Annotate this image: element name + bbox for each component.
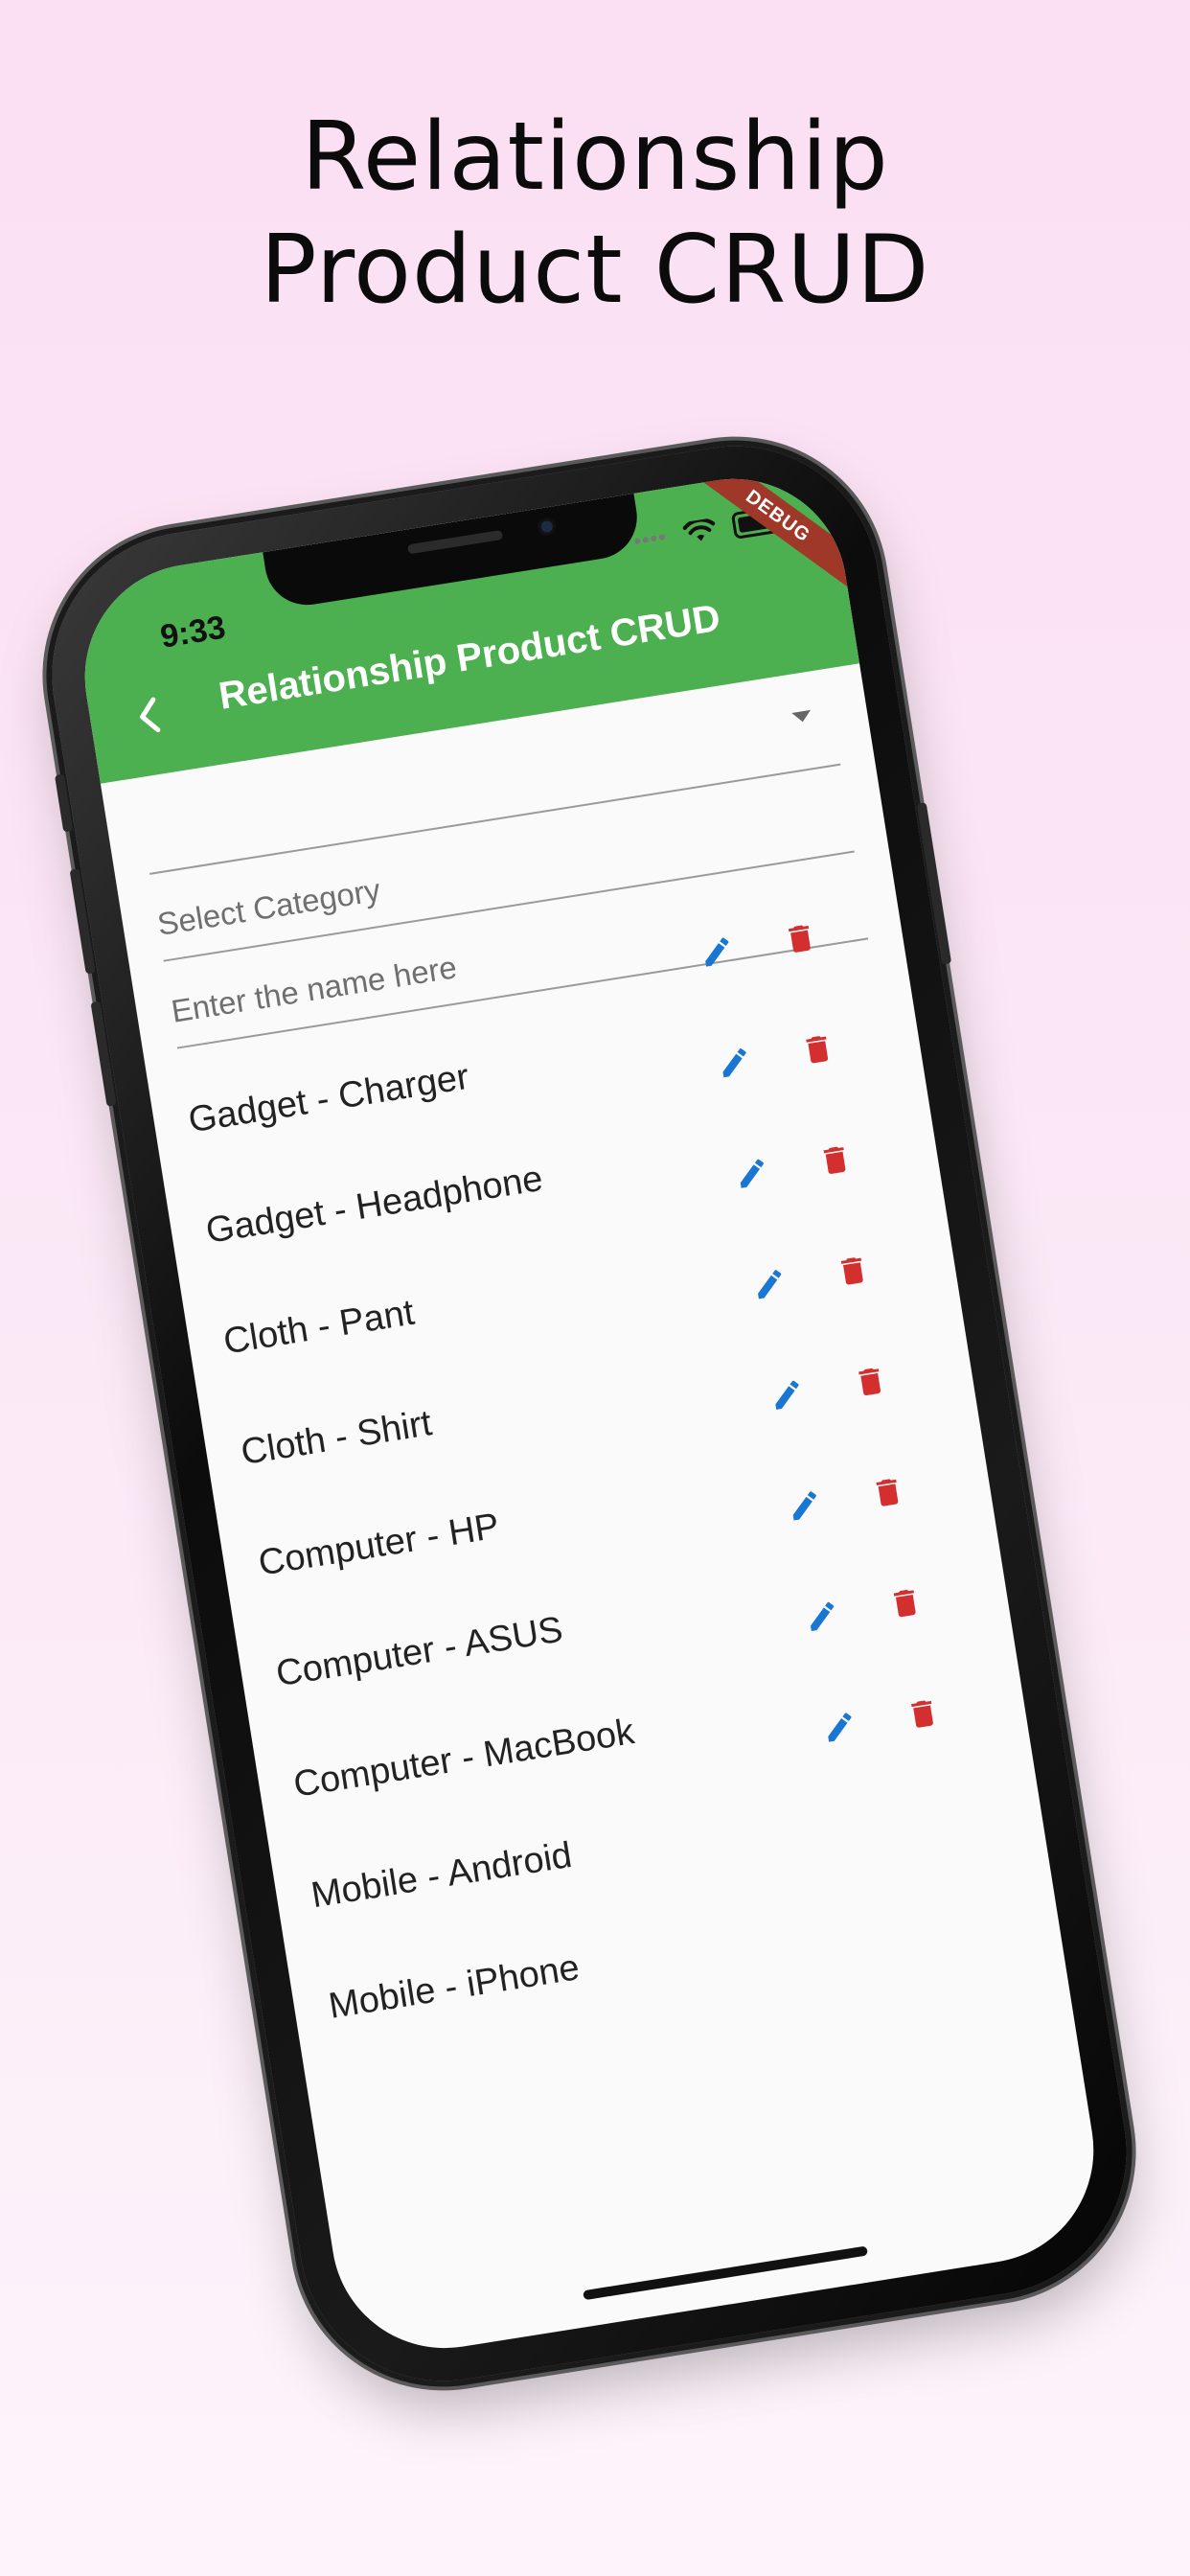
delete-button[interactable] — [883, 1581, 927, 1625]
delete-button[interactable] — [901, 1691, 945, 1736]
delete-button[interactable] — [796, 1027, 840, 1071]
delete-button[interactable] — [866, 1470, 910, 1514]
phone-screen: 9:33 •••• DEBUG Relationship Product CRU… — [68, 462, 1110, 2365]
pencil-icon — [705, 937, 729, 967]
trash-icon — [911, 1700, 933, 1728]
edit-button[interactable] — [818, 1705, 862, 1749]
edit-button[interactable] — [747, 1262, 791, 1306]
promo-headline: Relationship Product CRUD — [0, 101, 1190, 327]
form-content: Select Category Enter the name here Gadg… — [134, 668, 1026, 2046]
edit-button[interactable] — [713, 1041, 757, 1085]
signal-icon: •••• — [631, 524, 669, 554]
phone-mockup: 9:33 •••• DEBUG Relationship Product CRU… — [31, 425, 1148, 2403]
dropdown-arrow-icon — [791, 709, 812, 724]
trash-icon — [858, 1368, 881, 1395]
pencil-icon — [810, 1601, 835, 1632]
product-list: Gadget - Charger Gadget - Headphone Cloth … — [177, 925, 1026, 2045]
trash-icon — [788, 925, 811, 953]
edit-button[interactable] — [800, 1595, 844, 1639]
pencil-icon — [722, 1048, 746, 1078]
wifi-icon — [682, 518, 716, 541]
delete-button[interactable] — [831, 1249, 875, 1293]
pencil-icon — [792, 1491, 816, 1521]
trash-icon — [806, 1036, 829, 1064]
delete-button[interactable] — [778, 917, 822, 961]
pencil-icon — [828, 1713, 852, 1742]
trash-icon — [823, 1146, 846, 1174]
edit-button[interactable] — [783, 1484, 827, 1528]
product-label: Cloth - Pant — [220, 1292, 418, 1363]
promo-headline-line-2: Product CRUD — [260, 216, 930, 325]
status-time: 9:33 — [157, 609, 228, 656]
pencil-icon — [740, 1159, 764, 1188]
edit-button[interactable] — [766, 1373, 810, 1417]
edit-button[interactable] — [695, 930, 739, 974]
front-camera — [537, 517, 557, 537]
trash-icon — [893, 1589, 916, 1618]
product-label: Mobile - iPhone — [326, 1947, 583, 2027]
edit-button[interactable] — [730, 1151, 774, 1195]
trash-icon — [876, 1479, 899, 1506]
delete-button[interactable] — [813, 1138, 858, 1183]
product-label: Cloth - Shirt — [238, 1403, 435, 1474]
speaker-grille — [406, 529, 504, 555]
delete-button[interactable] — [849, 1360, 893, 1404]
pencil-icon — [775, 1380, 799, 1410]
trash-icon — [840, 1257, 863, 1285]
pencil-icon — [758, 1270, 782, 1300]
promo-headline-line-1: Relationship — [301, 103, 889, 212]
